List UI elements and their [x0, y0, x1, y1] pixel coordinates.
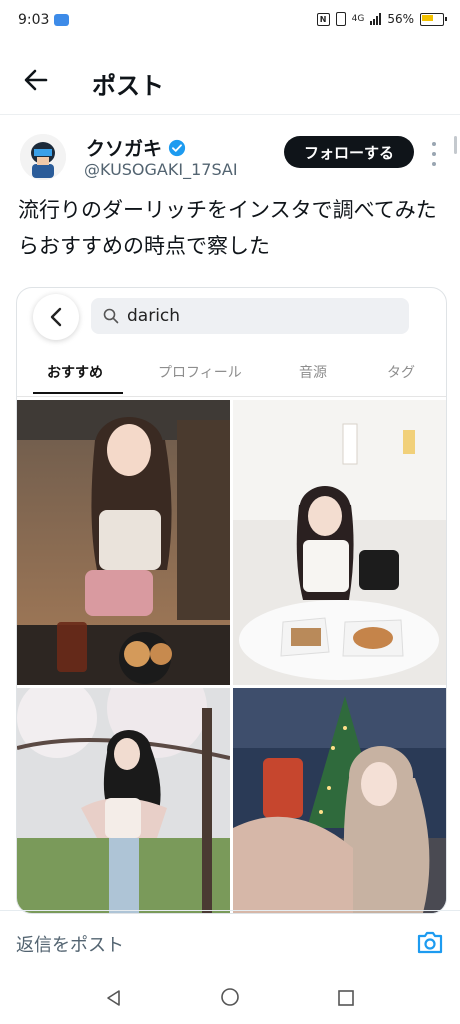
camera-icon[interactable] [416, 929, 444, 955]
photo-cafe-pastries [17, 400, 230, 685]
network-label: 4G [351, 14, 365, 24]
author-row: クソガキ @KUSOGAKI_17SAI フォローする [0, 124, 460, 190]
reply-bar: 返信をポスト [0, 910, 460, 973]
reply-input[interactable]: 返信をポスト [16, 931, 124, 957]
author-display-name[interactable]: クソガキ [86, 134, 162, 161]
tweet-text: 流行りのダーリッチをインスタで調べてみたらおすすめの時点で察した [18, 198, 437, 258]
photo-cherry-blossom [17, 688, 230, 913]
battery-icon [420, 12, 447, 26]
search-icon [103, 308, 119, 324]
avatar[interactable] [20, 134, 66, 180]
status-time: 9:03 [18, 12, 50, 28]
back-arrow-icon[interactable] [22, 66, 50, 94]
nav-back-icon[interactable] [104, 988, 124, 1008]
avatar-image [20, 134, 66, 180]
instagram-search-header: darich [17, 288, 446, 350]
top-header: ポスト [0, 48, 460, 115]
ig-tab-profile: プロフィール [158, 365, 242, 381]
tweet-media[interactable]: darich おすすめ プロフィール 音源 タグ [16, 287, 447, 914]
author-handle[interactable]: @KUSOGAKI_17SAI [84, 160, 238, 179]
instagram-search-query: darich [127, 306, 181, 326]
instagram-search-bar: darich [91, 298, 409, 334]
ig-tab-recommended: おすすめ [47, 365, 103, 381]
status-icons: N 4G 56% [316, 12, 447, 26]
ig-tab-audio: 音源 [299, 365, 327, 381]
status-bar: 9:03 N 4G 56% [0, 0, 460, 46]
system-nav-bar [0, 972, 460, 1024]
photo-christmas-tree [233, 688, 446, 913]
chevron-left-icon [33, 294, 79, 340]
instagram-tabs: おすすめ プロフィール 音源 タグ [17, 352, 446, 397]
more-options-icon[interactable] [430, 142, 438, 166]
ig-tab-tags: タグ [387, 365, 415, 381]
scrollbar[interactable] [454, 136, 457, 154]
instagram-photo-grid [17, 400, 446, 913]
photo-afternoon-tea [233, 400, 446, 685]
page-title: ポスト [92, 72, 164, 100]
nav-home-icon[interactable] [220, 987, 240, 1007]
follow-button[interactable]: フォローする [284, 136, 414, 168]
vibrate-icon [335, 12, 346, 26]
nav-recents-icon[interactable] [337, 989, 355, 1007]
cloud-icon [54, 14, 69, 26]
verified-badge-icon [168, 139, 186, 156]
nfc-icon: N [316, 12, 330, 26]
battery-percent: 56% [387, 12, 414, 26]
ig-tab-underline [33, 392, 123, 394]
signal-icon [370, 13, 382, 25]
